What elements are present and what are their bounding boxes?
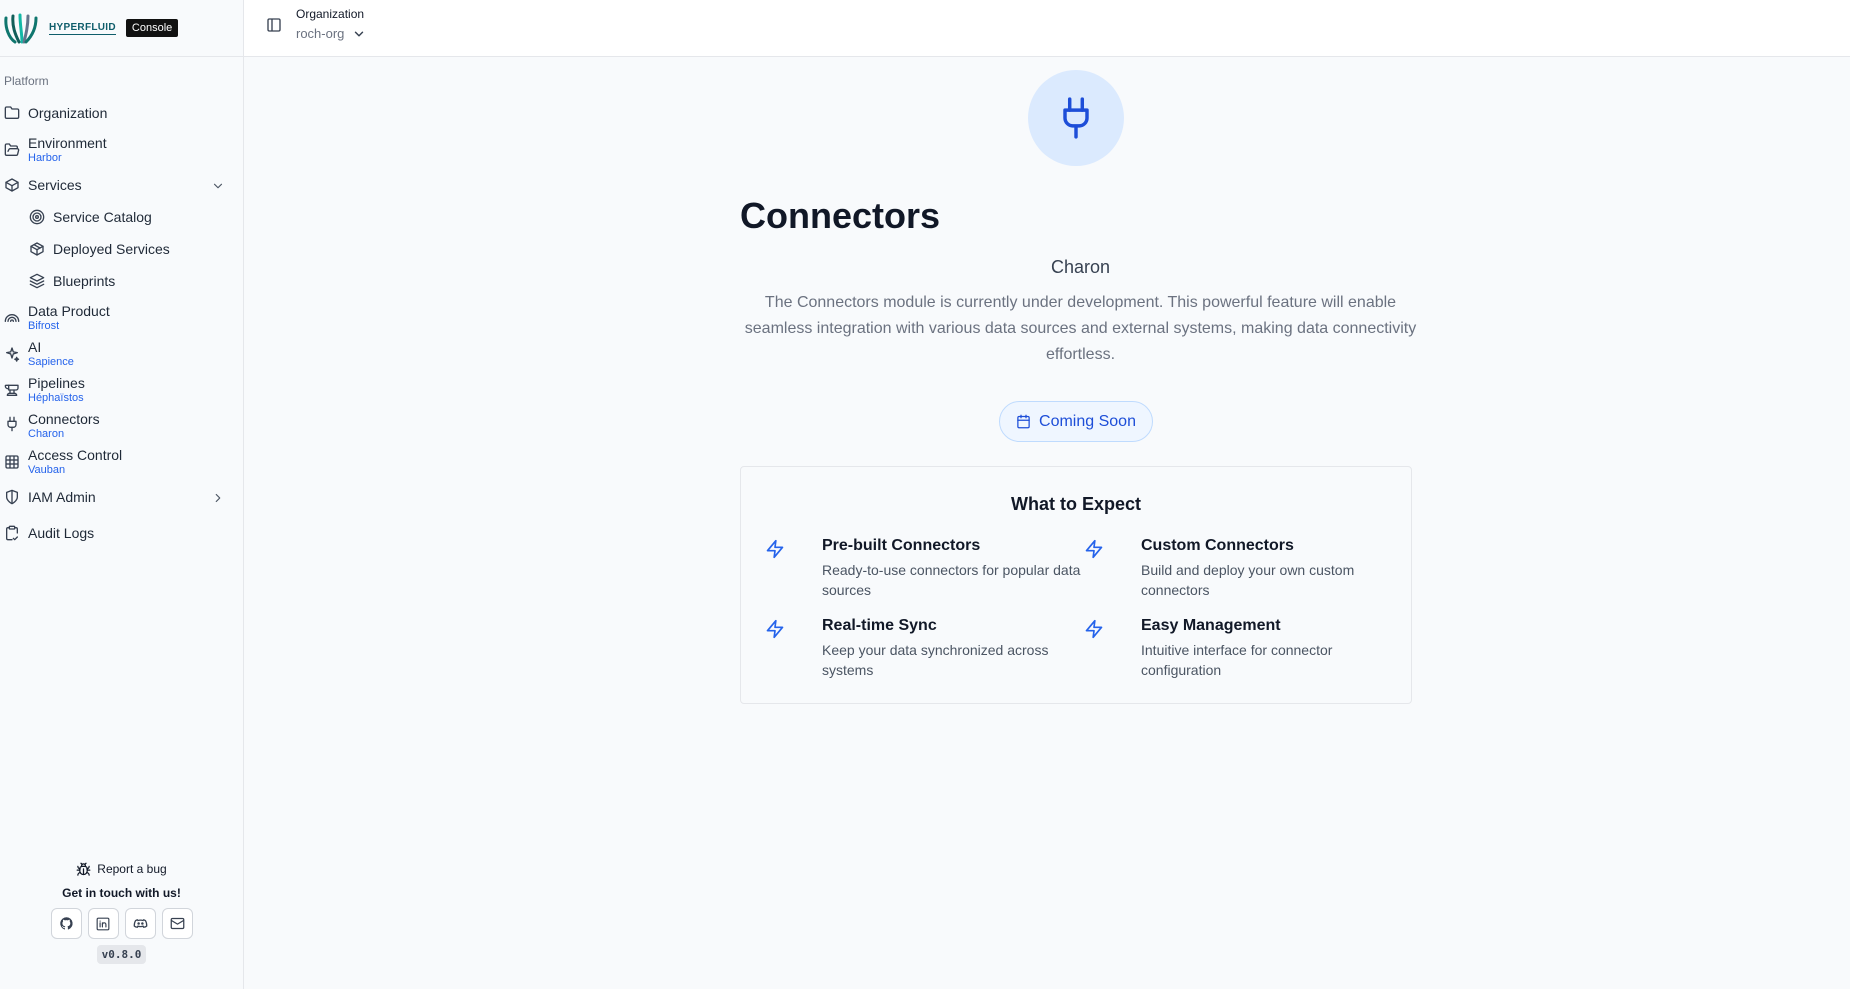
- social-links: [0, 908, 243, 939]
- github-button[interactable]: [50, 908, 82, 939]
- what-to-expect-card: What to Expect Pre-built Connectors Read…: [740, 466, 1412, 704]
- main-content: Connectors Charon The Connectors module …: [244, 57, 1850, 989]
- feature-title: Real-time Sync: [822, 617, 937, 634]
- sidebar-item-deployed-services[interactable]: Deployed Services: [0, 241, 243, 261]
- sidebar-item-sublabel: Vauban: [28, 464, 66, 476]
- sidebar-item-data-product[interactable]: Data Product Bifrost: [0, 303, 243, 333]
- sidebar-item-sublabel: Héphaïstos: [28, 392, 84, 404]
- report-bug-link[interactable]: Report a bug: [0, 858, 243, 880]
- zap-icon: [766, 539, 784, 559]
- section-label-platform: Platform: [4, 74, 49, 88]
- sidebar-item-access-control[interactable]: Access Control Vauban: [0, 447, 243, 477]
- plug-icon: [1063, 97, 1089, 139]
- coming-soon-badge: Coming Soon: [999, 401, 1153, 442]
- sidebar-item-label: Connectors: [28, 411, 100, 427]
- sidebar-item-iam-admin[interactable]: IAM Admin: [0, 489, 243, 509]
- sidebar-item-label: Audit Logs: [28, 525, 95, 541]
- sidebar-item-organization[interactable]: Organization: [0, 105, 243, 125]
- folder-open-icon: [4, 143, 20, 156]
- connectors-hero-badge: [1028, 70, 1124, 166]
- brand-name: HYPERFLUID: [49, 21, 116, 35]
- anvil-icon: [4, 384, 19, 396]
- sidebar-item-label: Service Catalog: [53, 209, 152, 225]
- coming-soon-label: Coming Soon: [1039, 412, 1136, 430]
- sidebar-item-blueprints[interactable]: Blueprints: [0, 273, 243, 293]
- email-button[interactable]: [161, 908, 193, 939]
- zap-icon: [1085, 539, 1103, 559]
- report-bug-label: Report a bug: [97, 862, 167, 876]
- sidebar-item-sublabel: Charon: [28, 428, 65, 440]
- feature-title: Easy Management: [1141, 617, 1281, 634]
- calendar-icon: [1017, 414, 1030, 429]
- sidebar-item-label: Data Product: [28, 303, 110, 319]
- module-description: The Connectors module is currently under…: [744, 294, 1417, 363]
- feature-description: Intuitive interface for connector config…: [1141, 642, 1333, 678]
- feature-description: Ready-to-use connectors for popular data…: [822, 562, 1081, 598]
- sidebar-item-audit-logs[interactable]: Audit Logs: [0, 525, 243, 545]
- github-icon: [59, 917, 73, 930]
- sidebar-item-label: Deployed Services: [53, 241, 170, 257]
- linkedin-icon: [96, 917, 110, 930]
- sidebar-item-label: Pipelines: [28, 375, 85, 391]
- feature-description: Keep your data synchronized across syste…: [822, 642, 1049, 678]
- zap-icon: [766, 619, 784, 639]
- plug-icon: [7, 416, 17, 432]
- console-badge: Console: [125, 19, 179, 37]
- organization-select[interactable]: roch-org: [296, 26, 366, 41]
- sidebar-item-environment[interactable]: Environment Harbor: [0, 135, 243, 165]
- rainbow-icon: [4, 314, 20, 322]
- sidebar-item-label: Environment: [28, 135, 107, 151]
- sidebar-item-label: AI: [28, 339, 42, 355]
- hyperfluid-logo-icon[interactable]: [3, 12, 41, 44]
- module-codename: Charon: [1050, 257, 1111, 277]
- page-title: Connectors: [740, 195, 941, 236]
- version-badge: v0.8.0: [96, 945, 147, 964]
- contact-heading: Get in touch with us!: [62, 886, 181, 900]
- sidebar-item-label: Blueprints: [53, 273, 116, 289]
- organization-label: Organization: [296, 7, 365, 21]
- linkedin-button[interactable]: [87, 908, 119, 939]
- feature-title: Custom Connectors: [1141, 537, 1294, 554]
- mail-icon: [170, 917, 184, 930]
- feature-description: Build and deploy your own custom connect…: [1141, 562, 1355, 598]
- sidebar-toggle-icon[interactable]: [266, 17, 282, 33]
- box-icon: [30, 242, 44, 256]
- sidebar-item-sublabel: Sapience: [28, 356, 74, 368]
- sidebar-item-sublabel: Bifrost: [28, 320, 60, 332]
- chevron-down-icon[interactable]: [211, 179, 225, 193]
- top-header: Organization roch-org: [244, 0, 1850, 57]
- sidebar-item-label: IAM Admin: [28, 489, 96, 505]
- chevron-right-icon[interactable]: [211, 491, 225, 505]
- discord-button[interactable]: [124, 908, 156, 939]
- feature-title: Pre-built Connectors: [822, 537, 981, 554]
- zap-icon: [1085, 619, 1103, 639]
- sidebar-footer: Report a bug Get in touch with us! v0.8.…: [0, 858, 243, 964]
- logo-row: HYPERFLUID Console: [0, 0, 243, 57]
- discord-icon: [133, 919, 147, 928]
- grid-icon: [5, 455, 19, 469]
- sidebar-item-pipelines[interactable]: Pipelines Héphaïstos: [0, 375, 243, 405]
- sidebar-item-label: Access Control: [28, 447, 123, 463]
- folder-icon: [4, 106, 20, 119]
- sidebar-item-services[interactable]: Services: [0, 177, 243, 197]
- chevron-down-icon: [355, 31, 364, 36]
- layers-icon: [29, 273, 45, 289]
- sidebar-item-label: Services: [28, 177, 82, 193]
- what-to-expect-title: What to Expect: [1010, 494, 1141, 514]
- sparkles-icon: [5, 347, 20, 362]
- sidebar-item-sublabel: Harbor: [28, 152, 62, 164]
- bug-icon: [76, 862, 91, 876]
- target-icon: [29, 209, 45, 225]
- clipboard-icon: [5, 525, 18, 541]
- package-icon: [5, 178, 19, 192]
- sidebar-item-label: Organization: [28, 105, 108, 121]
- sidebar: HYPERFLUID Console Platform Organization…: [0, 0, 244, 989]
- sidebar-item-service-catalog[interactable]: Service Catalog: [0, 209, 243, 229]
- shield-icon: [5, 489, 18, 505]
- sidebar-item-connectors[interactable]: Connectors Charon: [0, 411, 243, 441]
- organization-value: roch-org: [296, 26, 345, 41]
- sidebar-item-ai[interactable]: AI Sapience: [0, 339, 243, 369]
